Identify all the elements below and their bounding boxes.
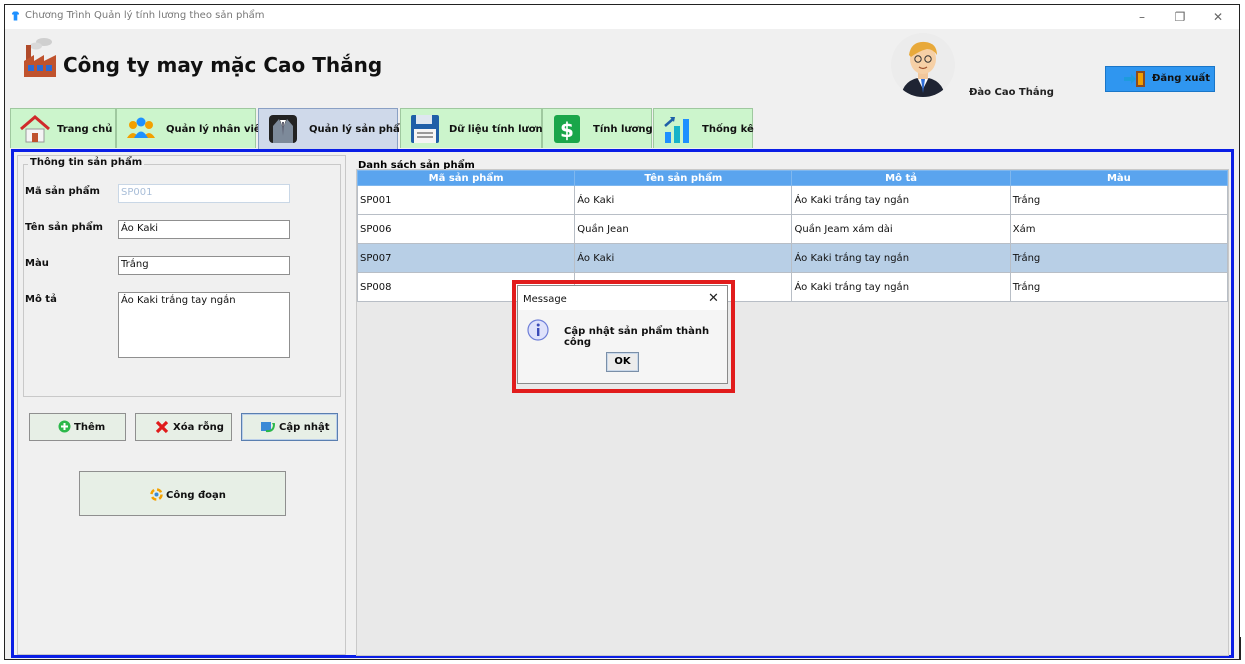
tab-content-panel: Thông tin sản phẩm Mã sản phẩm SP001 Tên…: [11, 149, 1234, 658]
tab-staff[interactable]: Quản lý nhân viên: [116, 108, 268, 148]
title-bar: Chương Trình Quản lý tính lương theo sản…: [5, 5, 1239, 29]
tab-staff-label: Quản lý nhân viên: [166, 124, 268, 135]
tab-home[interactable]: Trang chủ: [10, 108, 116, 148]
close-window-button[interactable]: ✕: [1203, 9, 1233, 25]
company-name: Công ty may mặc Cao Thắng: [63, 53, 383, 77]
factory-logo-icon: [24, 38, 56, 77]
tab-statistics[interactable]: Thống kê: [653, 108, 754, 148]
info-icon: [527, 319, 549, 341]
product-code-field[interactable]: SP001: [118, 184, 290, 203]
tab-statistics-label: Thống kê: [702, 124, 754, 135]
dialog-close-icon[interactable]: ✕: [708, 291, 719, 306]
tab-products-label: Quản lý sản phẩm: [309, 124, 411, 135]
product-info-title: Thông tin sản phẩm: [28, 157, 145, 168]
red-x-icon: [155, 420, 169, 434]
message-dialog: Message ✕ Cập nhật sản phẩm thành công O…: [517, 285, 728, 384]
table-cell: Quần Jean: [574, 214, 793, 244]
table-row-selected[interactable]: SP007 Áo Kaki Áo Kaki trắng tay ngắn Trắ…: [356, 243, 1229, 273]
people-icon: [127, 117, 155, 138]
code-label: Mã sản phẩm: [25, 186, 100, 197]
table-cell: Áo Kaki trắng tay ngắn: [791, 243, 1011, 273]
product-list-panel: Danh sách sản phẩm Mã sản phẩm Tên sản p…: [352, 155, 1229, 656]
home-icon: [20, 115, 50, 143]
table-cell: SP006: [356, 214, 576, 244]
suit-icon: [269, 115, 297, 143]
table-cell: SP007: [356, 243, 576, 273]
tab-salary-data-label: Dữ liệu tính lương: [449, 124, 550, 135]
tab-home-label: Trang chủ: [57, 124, 113, 135]
svg-text:$: $: [560, 118, 574, 142]
table-cell: Quần Jeam xám dài: [791, 214, 1011, 244]
column-header[interactable]: Tên sản phẩm: [574, 170, 793, 186]
tab-payroll[interactable]: $ Tính lương: [542, 108, 653, 148]
dialog-message: Cập nhật sản phẩm thành công: [564, 326, 710, 348]
tab-salary-data[interactable]: Dữ liệu tính lương: [400, 108, 550, 148]
table-cell: Áo Kaki: [574, 243, 793, 273]
restore-button[interactable]: ❐: [1165, 9, 1195, 25]
logout-button[interactable]: Đăng xuất: [1105, 66, 1215, 92]
table-cell: Áo Kaki trắng tay ngắn: [791, 185, 1011, 215]
user-name: Đào Cao Thắng: [969, 87, 1054, 98]
spinner-icon: [150, 488, 163, 501]
table-row[interactable]: SP008 Áo Kaki trắng tay ngắn Trắng: [356, 272, 1229, 302]
product-name-field[interactable]: Áo Kaki: [118, 220, 290, 239]
product-form-panel: Thông tin sản phẩm Mã sản phẩm SP001 Tên…: [17, 155, 346, 655]
add-button-label: Thêm: [74, 422, 106, 433]
table-row[interactable]: SP006 Quần Jean Quần Jeam xám dài Xám: [356, 214, 1229, 244]
column-header[interactable]: Mã sản phẩm: [356, 170, 576, 186]
table-cell: Xám: [1009, 214, 1229, 244]
color-label: Màu: [25, 258, 49, 269]
table-cell: Áo Kaki trắng tay ngắn: [791, 272, 1011, 302]
bar-chart-icon: [664, 117, 689, 143]
column-header[interactable]: Màu: [1009, 170, 1229, 186]
ok-button[interactable]: OK: [606, 352, 639, 372]
clear-button[interactable]: Xóa rỗng: [135, 413, 232, 441]
floppy-icon: [411, 115, 439, 143]
tab-products[interactable]: Quản lý sản phẩm: [258, 108, 410, 150]
name-label: Tên sản phẩm: [25, 222, 103, 233]
app-shirt-icon: [11, 11, 20, 21]
dollar-icon: $: [554, 115, 580, 143]
product-table: Mã sản phẩm Tên sản phẩm Mô tả Màu SP001…: [356, 170, 1229, 302]
table-row[interactable]: SP001 Áo Kaki Áo Kaki trắng tay ngắn Trắ…: [356, 185, 1229, 215]
logout-label: Đăng xuất: [1152, 73, 1210, 84]
user-avatar: [891, 33, 955, 97]
table-cell: Trắng: [1009, 272, 1229, 302]
column-header[interactable]: Mô tả: [791, 170, 1011, 186]
exit-door-icon: [1124, 71, 1145, 87]
plus-icon: [58, 420, 71, 433]
dialog-title-bar: Message ✕: [518, 286, 727, 310]
description-label: Mô tả: [25, 294, 57, 305]
refresh-update-icon: [261, 422, 275, 433]
table-cell: Trắng: [1009, 185, 1229, 215]
product-table-scroll[interactable]: Mã sản phẩm Tên sản phẩm Mô tả Màu SP001…: [356, 169, 1229, 656]
add-button[interactable]: Thêm: [29, 413, 126, 441]
clear-button-label: Xóa rỗng: [173, 422, 224, 433]
stage-button-label: Công đoạn: [166, 490, 226, 501]
header: Công ty may mặc Cao Thắng Đào Cao Thắng: [5, 29, 1239, 111]
minimize-button[interactable]: –: [1127, 9, 1157, 25]
window-title: Chương Trình Quản lý tính lương theo sản…: [25, 10, 265, 21]
avatar-person-icon: [901, 41, 945, 97]
update-button[interactable]: Cập nhật: [241, 413, 338, 441]
tab-payroll-label: Tính lương: [593, 124, 653, 135]
stage-button[interactable]: Công đoạn: [79, 471, 286, 516]
table-cell: Trắng: [1009, 243, 1229, 273]
product-description-field[interactable]: Áo Kaki trắng tay ngắn: [118, 292, 290, 358]
dialog-title: Message: [523, 294, 567, 305]
table-header-row: Mã sản phẩm Tên sản phẩm Mô tả Màu: [356, 170, 1229, 186]
table-cell: SP001: [356, 185, 576, 215]
update-button-label: Cập nhật: [279, 422, 330, 433]
product-color-field[interactable]: Trắng: [118, 256, 290, 275]
edge-line: [1240, 637, 1241, 660]
table-cell: Áo Kaki: [574, 185, 793, 215]
